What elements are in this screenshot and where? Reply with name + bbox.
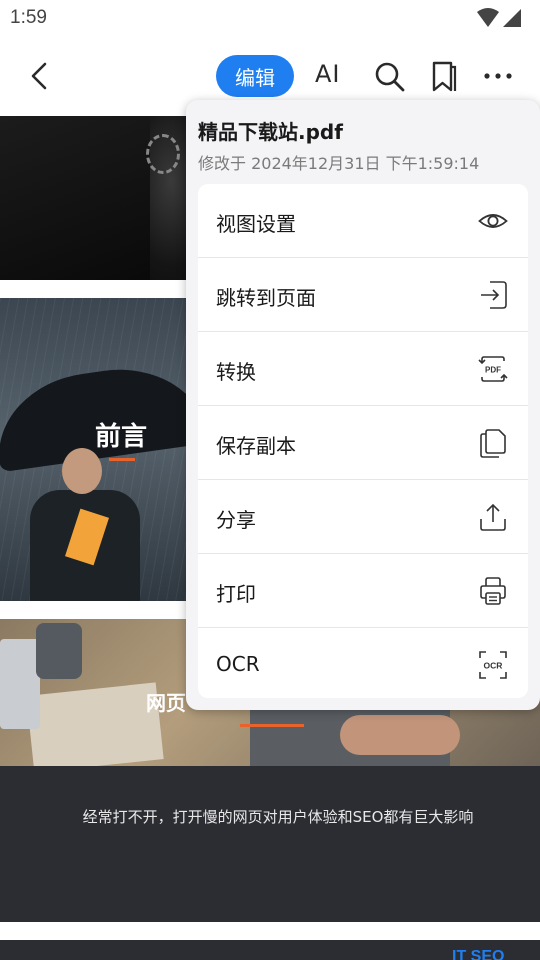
file-modified-time: 修改于 2024年12月31日 下午1:59:14 [198, 154, 480, 173]
goto-page-icon [481, 281, 507, 309]
bookmark-button[interactable] [431, 61, 457, 93]
paper-shape [26, 682, 164, 766]
footer-text: 经常打不开，打开慢的网页对用户体验和SEO都有巨大影响 [82, 808, 474, 826]
menu-item-label: 分享 [216, 508, 256, 532]
calculator-shape [0, 639, 40, 729]
file-name: 精品下载站.pdf [198, 120, 343, 144]
search-button[interactable] [374, 61, 406, 93]
status-icons [477, 8, 522, 28]
menu-item-label: 转换 [216, 360, 256, 384]
app-screen: 1:59 编辑 AI 前言 网页 经常打不开，打开慢的网页对用户体验和SEO都有… [0, 0, 540, 960]
convert-pdf-icon-text: PDF [485, 366, 501, 375]
signal-icon [503, 9, 521, 27]
ocr-icon-text: OCR [484, 661, 503, 671]
page-image-dial [146, 134, 180, 174]
eye-icon [478, 214, 508, 228]
section-title-underline [109, 458, 135, 461]
menu-item-view-settings[interactable]: 视图设置 [198, 184, 528, 258]
page-footer-band: 经常打不开，打开慢的网页对用户体验和SEO都有巨大影响 [0, 766, 540, 922]
man-head-shape [62, 448, 102, 494]
section-title-underline-2 [240, 724, 304, 727]
edit-button[interactable]: 编辑 [216, 55, 294, 97]
menu-list: 视图设置 跳转到页面 转换 PDF 保存副本 分享 打印 OCR OCR [198, 184, 528, 698]
menu-item-ocr[interactable]: OCR OCR [198, 628, 528, 698]
bookmark-icon [432, 61, 457, 92]
menu-item-label: 跳转到页面 [216, 286, 316, 310]
menu-item-print[interactable]: 打印 [198, 554, 528, 628]
wifi-icon [477, 8, 499, 27]
status-time: 1:59 [10, 7, 47, 28]
file-options-menu: 精品下载站.pdf 修改于 2024年12月31日 下午1:59:14 视图设置… [186, 100, 540, 710]
printer-icon [480, 577, 506, 605]
menu-item-label: 打印 [216, 582, 256, 606]
more-dots-icon [484, 73, 512, 79]
ai-button[interactable]: AI [315, 60, 341, 88]
menu-item-save-copy[interactable]: 保存副本 [198, 406, 528, 480]
logo-fragment: IT SEO [452, 948, 505, 960]
convert-pdf-icon: PDF [478, 356, 508, 382]
next-page-strip: IT SEO [0, 940, 540, 960]
menu-item-goto-page[interactable]: 跳转到页面 [198, 258, 528, 332]
menu-item-label: 视图设置 [216, 212, 296, 236]
share-icon [480, 503, 506, 531]
chevron-left-icon [31, 62, 47, 90]
status-bar: 1:59 [0, 0, 540, 36]
menu-item-share[interactable]: 分享 [198, 480, 528, 554]
more-button[interactable] [482, 62, 514, 90]
search-icon [375, 62, 405, 92]
phone-shape [36, 623, 82, 679]
section-title-preface: 前言 [95, 422, 148, 452]
menu-item-label: 保存副本 [216, 434, 296, 458]
back-button[interactable] [24, 58, 54, 94]
ocr-icon: OCR [479, 651, 507, 679]
copy-icon [480, 429, 506, 458]
menu-item-convert[interactable]: 转换 PDF [198, 332, 528, 406]
section-title-web: 网页 [146, 691, 186, 715]
menu-item-label: OCR [216, 652, 260, 676]
hand-shape [340, 715, 460, 755]
